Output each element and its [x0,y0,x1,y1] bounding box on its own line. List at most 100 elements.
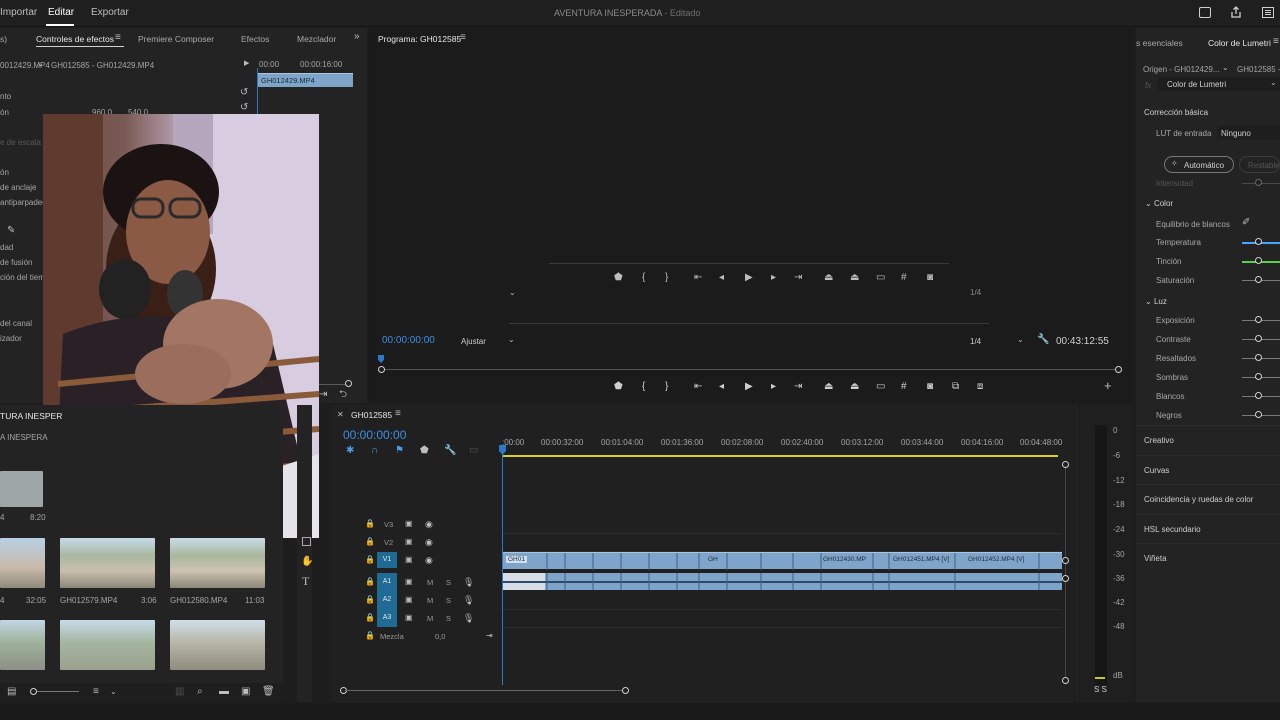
camera-icon[interactable]: ◙ [927,272,933,283]
clip-path-selector[interactable]: GH012585 - GH012429.MP4 [51,61,154,70]
sync-lock-icon[interactable]: ▣ [405,577,413,587]
program-monitor-title[interactable]: Programa: GH012585 [378,34,461,44]
light-slider-knob[interactable] [1255,373,1262,380]
hscroll-right-handle[interactable] [622,687,629,694]
compare-icon[interactable]: ⧉ [952,381,959,392]
mini-clip[interactable]: GH012429.MP4 [258,73,353,87]
program-scrubber-track[interactable] [382,369,1120,370]
automate-icon[interactable]: ▥ [175,687,184,697]
captions-icon[interactable]: ▭ [469,445,478,456]
intensity-knob[interactable] [1255,179,1262,186]
video-clip-strip[interactable]: GH01 GH GH012430.MP GH012451.MP4 [V] GH0… [503,552,1062,570]
tint-knob[interactable] [1255,257,1262,264]
mute-button[interactable]: M [427,578,433,587]
lock-icon[interactable]: 🔒 [365,537,375,547]
hscroll-track[interactable] [345,690,625,691]
rectangle-tool-icon[interactable] [302,537,311,546]
step-forward-icon[interactable]: ▸ [771,272,776,283]
auto-button[interactable]: ✧ Automático [1164,156,1234,173]
ripple-icon[interactable]: ⮌ [339,390,347,400]
lift-icon[interactable]: ⏏ [824,381,833,392]
sync-lock-icon[interactable]: ▣ [405,595,413,605]
lock-icon[interactable]: 🔒 [365,595,375,605]
film-icon[interactable]: ▣ [405,555,413,565]
fit-dropdown[interactable]: Ajustar [461,337,486,346]
microphone-icon[interactable]: 🎙 [463,613,474,623]
clip-thumbnail[interactable] [60,538,155,588]
section-light[interactable]: ⌄ Luz [1145,297,1167,306]
mute-button[interactable]: M [427,614,433,623]
tab-efectos[interactable]: Efectos [241,34,269,44]
mark-out-icon[interactable]: } [665,272,668,283]
light-slider-knob[interactable] [1255,411,1262,418]
source-patch-a1[interactable]: A1 [377,573,397,591]
go-to-out-icon[interactable]: ⇥ [794,272,802,283]
play-icon[interactable]: ▶ [745,272,753,283]
microphone-icon[interactable]: 🎙 [463,577,474,587]
chevron-down-icon[interactable]: ⌄ [508,335,515,345]
type-tool-icon[interactable]: T [302,575,309,587]
play-icon[interactable]: ▶ [745,381,753,392]
sync-lock-icon[interactable]: ▣ [405,613,413,623]
mark-out-icon[interactable]: } [665,381,668,392]
quick-export-icon[interactable] [1199,7,1211,18]
play-mini-icon[interactable]: ▶ [244,59,249,69]
extract-icon[interactable]: ⏏ [850,272,859,283]
source-patch-a3[interactable]: A3 [377,609,397,627]
reset-icon[interactable]: ↺ [240,103,248,113]
clip-thumbnail[interactable] [60,620,155,670]
zoom-slider-handle[interactable] [30,688,37,695]
effect-selector[interactable]: Color de Lumetri ⌄ [1158,77,1280,91]
chevron-down-icon[interactable]: ⌄ [110,687,117,697]
scrubber-start-handle[interactable] [378,366,385,373]
audio-clip-strip[interactable] [503,573,1062,590]
zoom-slider-track[interactable] [37,691,79,692]
temperature-knob[interactable] [1255,238,1262,245]
tab-essential-graphics[interactable]: s esenciales [1136,38,1183,48]
go-to-out-icon[interactable]: ⇥ [794,381,802,392]
hand-tool-icon[interactable]: ✋ [301,557,313,567]
panel-menu-icon[interactable]: ≡ [1273,37,1279,47]
step-back-icon[interactable]: ◂ [719,272,724,283]
sort-icon[interactable]: ≡ [93,687,99,697]
wrench-icon[interactable]: 🔧 [444,445,456,456]
lumetri-section-header[interactable]: Coincidencia y ruedas de color [1144,495,1253,504]
go-to-in-icon[interactable]: ⇤ [694,272,702,283]
chevron-down-icon[interactable]: ⌄ [1017,335,1024,345]
chevron-down-icon[interactable]: ⌄ [509,288,516,298]
light-slider-knob[interactable] [1255,354,1262,361]
linked-selection-icon[interactable]: ⚑ [395,445,404,456]
track-end-handle[interactable] [1062,575,1069,582]
lift-icon[interactable]: ⏏ [824,272,833,283]
mute-button[interactable]: M [427,596,433,605]
source-patch-a2[interactable]: A2 [377,591,397,609]
timeline-vscroll-top[interactable] [1062,461,1069,468]
mark-in-icon[interactable]: { [642,381,645,392]
lock-icon[interactable]: 🔒 [365,577,375,587]
tab-project[interactable]: TURA INESPER [0,411,62,421]
clip-thumbnail[interactable] [170,620,265,670]
section-color[interactable]: ⌄ Color [1145,199,1173,208]
tab-source-partial[interactable]: s) [0,34,7,44]
insert-overwrite-icon[interactable]: ✱ [346,445,354,456]
chevron-down-icon[interactable]: ⌄ [37,59,44,69]
clip-thumbnail[interactable] [0,538,45,588]
pen-icon[interactable]: ✎ [7,226,15,236]
playback-resolution-dropdown[interactable]: 1/4 [970,337,981,346]
lumetri-section-header[interactable]: HSL secundario [1144,525,1201,534]
lock-icon[interactable]: 🔒 [365,613,375,623]
solo-button[interactable]: S [446,578,451,587]
clip-thumbnail[interactable] [170,538,265,588]
light-slider-knob[interactable] [1255,335,1262,342]
mini-zoom-handle[interactable] [345,380,352,387]
new-bin-icon[interactable]: ▬ [219,687,229,697]
share-icon[interactable] [1230,6,1242,18]
tab-lumetri-color[interactable]: Color de Lumetri [1208,38,1271,48]
go-to-in-icon[interactable]: ⇤ [694,381,702,392]
wrench-icon[interactable]: 🔧 [1037,335,1049,345]
add-marker-icon[interactable]: ⬟ [420,445,429,456]
tab-sequence[interactable]: GH012585 [351,410,392,420]
source-patch-v1[interactable]: V1 [377,552,397,568]
search-icon[interactable]: ⌕ [197,687,203,697]
extract-icon[interactable]: ⏏ [850,381,859,392]
